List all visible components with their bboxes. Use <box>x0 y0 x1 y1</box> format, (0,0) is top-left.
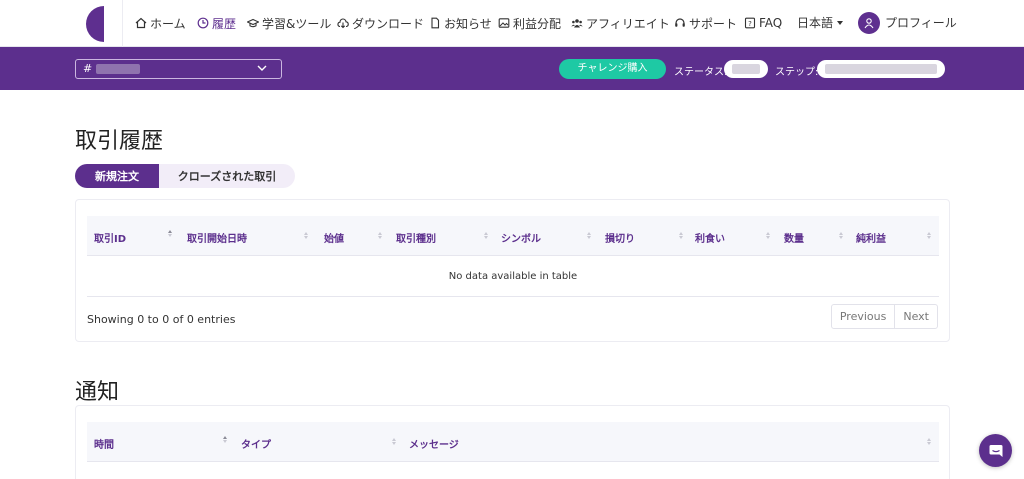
sort-icon <box>392 438 396 446</box>
column-header[interactable]: 取引ID <box>94 230 126 245</box>
nav-faq[interactable]: ? FAQ <box>744 14 782 32</box>
sort-icon <box>378 232 382 240</box>
nav-affiliate[interactable]: アフィリエイト <box>571 14 670 32</box>
column-header[interactable]: 損切り <box>605 230 635 245</box>
pagination: Previous Next <box>830 304 938 329</box>
notifications-table-card: 時間 タイプ メッセージ <box>75 405 950 479</box>
nav-label: アフィリエイト <box>586 16 670 31</box>
column-header[interactable]: 数量 <box>784 230 804 245</box>
nav-support[interactable]: サポート <box>674 14 737 32</box>
step-label: ステップ: <box>775 67 819 78</box>
previous-button[interactable]: Previous <box>832 305 895 328</box>
home-icon <box>135 17 147 29</box>
account-bar: # チャレンジ購入 ステータス: ステップ: <box>0 47 1024 90</box>
nav-learning-tools[interactable]: 学習&ツール <box>247 14 331 32</box>
column-header[interactable]: 取引種別 <box>396 230 436 245</box>
sort-icon <box>587 232 591 240</box>
tab-closed-trades[interactable]: クローズされた取引 <box>159 164 295 188</box>
next-button[interactable]: Next <box>894 305 937 328</box>
nav-news[interactable]: お知らせ <box>429 14 492 32</box>
sort-icon <box>927 438 931 446</box>
account-prefix: # <box>83 62 93 75</box>
chevron-down-icon <box>257 65 267 71</box>
redacted-account-id <box>95 64 140 74</box>
sort-icon <box>766 232 770 240</box>
column-header[interactable]: タイプ <box>241 436 271 451</box>
nav-download[interactable]: ダウンロード <box>337 14 424 32</box>
svg-text:?: ? <box>748 20 752 28</box>
chat-launcher-button[interactable] <box>979 434 1012 467</box>
column-header[interactable]: 時間 <box>94 436 114 451</box>
table-header: 取引ID 取引開始日時 始値 取引種別 シンボル 損切り 利食い 数量 純利益 <box>87 216 939 256</box>
language-selector[interactable]: 日本語 <box>797 14 844 31</box>
cloud-download-icon <box>337 18 349 29</box>
image-icon <box>498 18 510 28</box>
empty-table-message: No data available in table <box>87 257 939 297</box>
tab-new-orders[interactable]: 新規注文 <box>75 164 159 188</box>
column-header[interactable]: メッセージ <box>409 436 459 451</box>
sort-icon <box>927 232 931 240</box>
notifications-title: 通知 <box>75 380 120 405</box>
column-header[interactable]: 利食い <box>695 230 725 245</box>
sort-icon <box>484 232 488 240</box>
trade-history-title: 取引履歴 <box>75 129 164 154</box>
nav-label: 学習&ツール <box>262 16 332 31</box>
column-header[interactable]: 取引開始日時 <box>187 230 247 245</box>
column-header[interactable]: 純利益 <box>856 230 886 245</box>
column-header[interactable]: 始値 <box>324 230 344 245</box>
sort-icon <box>839 232 843 240</box>
table-header: 時間 タイプ メッセージ <box>87 422 939 462</box>
status-label: ステータス: <box>674 67 728 78</box>
clock-icon <box>197 17 209 29</box>
table-info: Showing 0 to 0 of 0 entries <box>87 313 236 326</box>
nav-label: ホーム <box>150 16 186 31</box>
status-badge <box>724 60 768 78</box>
nav-label: お知らせ <box>444 16 492 31</box>
top-navbar: ホーム 履歴 学習&ツール ダウンロード お知らせ 利益分配 アフィリエイト サ… <box>0 0 1024 47</box>
nav-history[interactable]: 履歴 <box>197 14 236 32</box>
sort-icon <box>168 230 172 238</box>
headset-icon <box>675 18 685 27</box>
user-icon <box>864 18 874 29</box>
trade-tabs: 新規注文 クローズされた取引 <box>75 164 295 188</box>
sort-icon <box>679 232 683 240</box>
nav-label: サポート <box>689 16 738 31</box>
sort-icon <box>223 436 227 444</box>
trade-table-card: 取引ID 取引開始日時 始値 取引種別 シンボル 損切り 利食い 数量 純利益 … <box>75 199 950 342</box>
divider <box>122 0 123 47</box>
nav-label: 履歴 <box>212 16 237 31</box>
step-badge <box>817 60 945 78</box>
nav-label: 利益分配 <box>513 16 562 31</box>
language-label: 日本語 <box>797 16 834 30</box>
profile-link[interactable]: プロフィール <box>885 14 957 31</box>
users-icon <box>571 19 583 28</box>
question-icon: ? <box>744 17 756 29</box>
buy-challenge-button[interactable]: チャレンジ購入 <box>559 59 666 79</box>
nav-home[interactable]: ホーム <box>135 14 186 32</box>
chat-icon <box>989 444 1002 457</box>
sort-icon <box>304 232 308 240</box>
nav-label: FAQ <box>759 16 783 30</box>
column-header[interactable]: シンボル <box>501 230 541 245</box>
nav-profit-share[interactable]: 利益分配 <box>498 14 561 32</box>
document-icon <box>431 17 440 29</box>
caret-down-icon <box>837 20 844 25</box>
account-select[interactable]: # <box>75 59 282 79</box>
graduation-cap-icon <box>247 18 259 28</box>
avatar[interactable] <box>858 12 880 34</box>
nav-label: ダウンロード <box>352 16 425 31</box>
logo[interactable] <box>86 6 104 42</box>
